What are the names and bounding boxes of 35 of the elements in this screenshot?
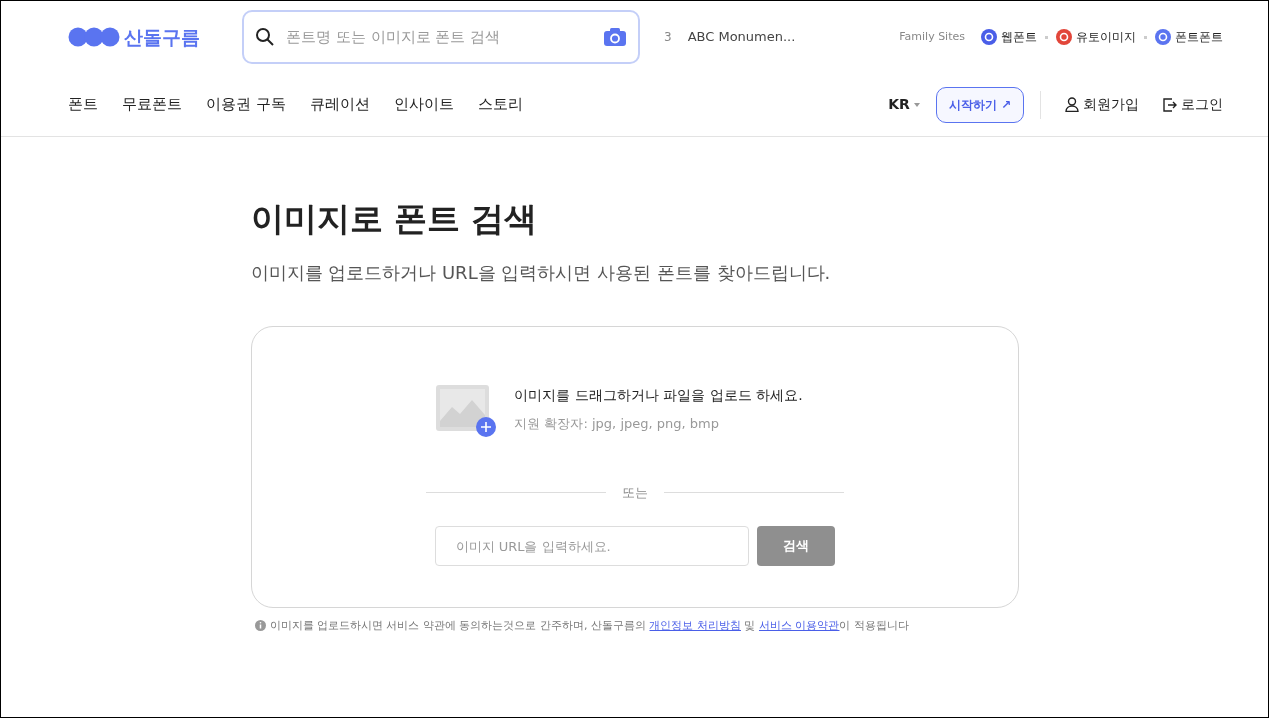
language-selector[interactable]: KR: [888, 94, 910, 115]
search-icon: [255, 27, 275, 47]
image-add-icon: [436, 384, 499, 439]
family-site-link[interactable]: 웹폰트: [981, 28, 1037, 46]
start-button[interactable]: 시작하기 ↗: [935, 86, 1024, 123]
account-link[interactable]: 회원가입: [1065, 94, 1139, 115]
family-site-link[interactable]: 폰트폰트: [1155, 28, 1223, 46]
supported-extensions: 지원 확장자: jpg, jpeg, png, bmp: [514, 414, 720, 433]
divider-label: 또는: [621, 483, 648, 502]
terms-link[interactable]: 서비스 이용약관: [759, 618, 840, 632]
camera-icon[interactable]: [604, 28, 626, 46]
family-site-link[interactable]: 유토이미지: [1056, 28, 1136, 46]
logo-text[interactable]: 산돌구름: [124, 22, 200, 52]
user-icon: [1065, 97, 1079, 112]
upload-prompt: 이미지를 드래그하거나 파일을 업로드 하세요.: [514, 385, 803, 405]
trending-keyword[interactable]: ABC Monumen...: [687, 27, 796, 47]
logo-icon: [68, 27, 120, 47]
search-field[interactable]: 폰트명 또는 이미지로 폰트 검색: [242, 10, 640, 64]
caret-icon: [913, 102, 920, 107]
nav-link[interactable]: 무료폰트: [122, 93, 182, 116]
nav-link[interactable]: 이용권 구독: [206, 93, 286, 116]
nav-link[interactable]: 스토리: [477, 93, 523, 116]
url-input-field[interactable]: 이미지 URL을 입력하세요.: [434, 526, 749, 567]
nav-link[interactable]: 인사이트: [393, 93, 454, 116]
page-subtitle: 이미지를 업로드하거나 URL을 입력하시면 사용된 폰트를 찾아드립니다.: [250, 260, 832, 285]
family-sites-label: Family Sites: [899, 28, 965, 45]
page-title: 이미지로 폰트 검색: [250, 199, 539, 239]
account-link[interactable]: 로그인: [1163, 94, 1223, 115]
nav-link[interactable]: 폰트: [68, 93, 98, 116]
terms-notice: 이미지를 업로드하시면 서비스 약관에 동의하는것으로 간주하며, 산돌구름의 개인정보 처리방침 및 서비스 이용약관이 적용됩니다: [269, 617, 909, 634]
login-icon: [1163, 97, 1177, 112]
rank-number: 3: [664, 29, 672, 46]
info-icon: [254, 620, 266, 632]
nav-link[interactable]: 큐레이션: [309, 93, 370, 116]
terms-link[interactable]: 개인정보 처리방침: [649, 618, 741, 632]
